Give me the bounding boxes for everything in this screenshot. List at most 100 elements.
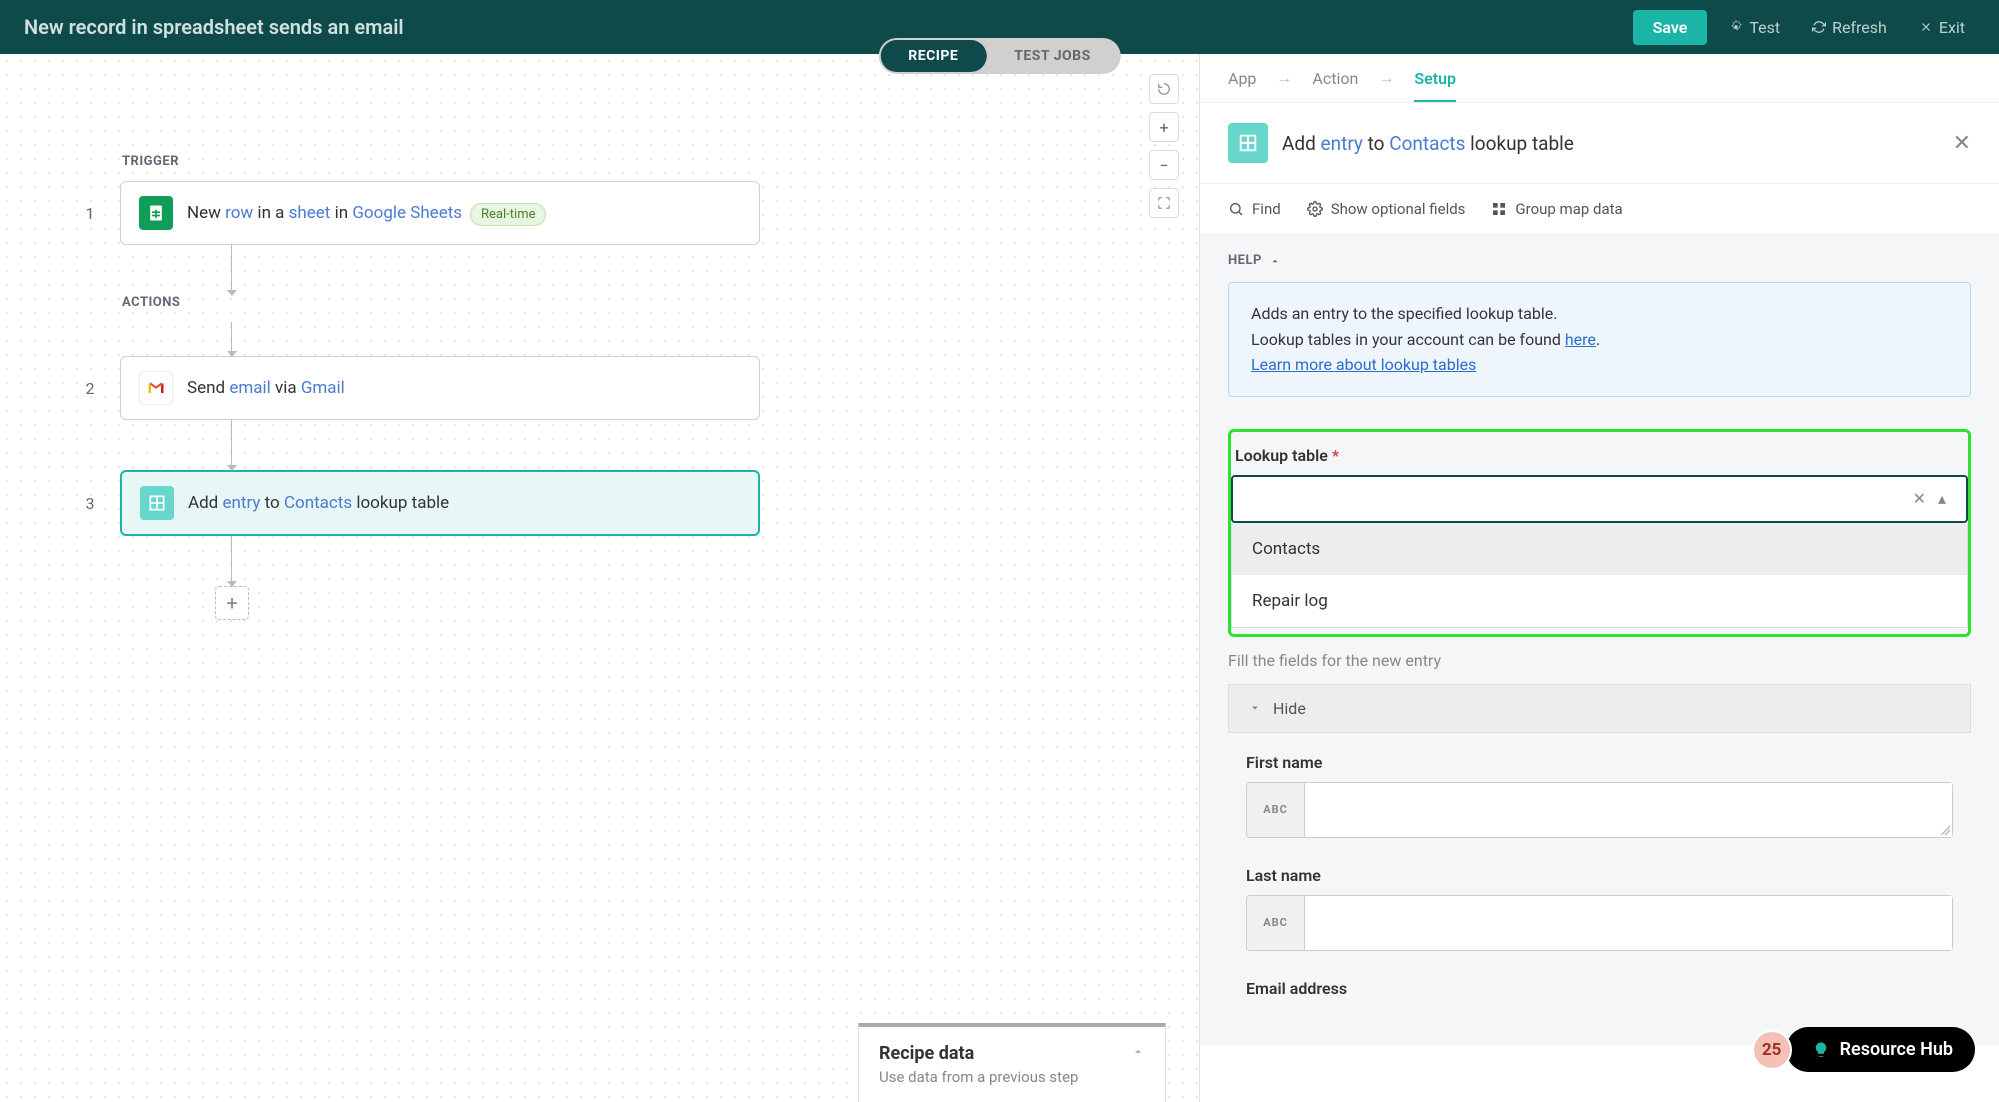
chevron-right-icon: → [1378,68,1394,88]
exit-button[interactable]: Exit [1909,12,1975,43]
last-name-input[interactable] [1305,896,1952,950]
help-toggle[interactable]: HELP [1228,253,1971,268]
type-badge: ABC [1247,783,1305,837]
lookup-table-input[interactable] [1247,489,1907,508]
crumb-action[interactable]: Action [1312,69,1358,88]
gmail-icon [139,371,173,405]
resource-hub: 25 Resource Hub [1752,1027,1975,1072]
connector [231,420,233,470]
step-number: 1 [80,204,100,223]
notification-badge[interactable]: 25 [1752,1030,1792,1070]
step-text: New row in a sheet in Google SheetsReal-… [187,203,546,223]
google-sheets-icon [139,196,173,230]
save-button[interactable]: Save [1633,10,1708,45]
dropdown-option-repair[interactable]: Repair log [1232,575,1967,627]
zoom-in-button[interactable]: + [1149,112,1179,142]
type-badge: ABC [1247,896,1305,950]
crumb-app[interactable]: App [1228,69,1256,88]
connector [231,322,233,356]
lookup-table-icon [1228,123,1268,163]
view-toggle: RECIPE TEST JOBS [878,38,1121,74]
add-step-button[interactable]: + [215,586,249,620]
trigger-card[interactable]: New row in a sheet in Google SheetsReal-… [120,181,760,245]
connector [231,245,233,295]
form-area: Lookup table * ✕ ▴ Contacts Repair log F… [1200,409,1999,1046]
chevron-up-icon[interactable]: ▴ [1932,489,1952,508]
canvas-controls: + − [1149,74,1179,218]
reset-icon [1157,82,1171,96]
actions-label: ACTIONS [122,295,760,310]
step-text: Send email via Gmail [187,378,345,398]
dropdown-option-contacts[interactable]: Contacts [1232,523,1967,575]
reset-view-button[interactable] [1149,74,1179,104]
show-optional-button[interactable]: Show optional fields [1307,200,1466,218]
find-button[interactable]: Find [1228,200,1281,218]
trigger-label: TRIGGER [122,154,760,169]
resize-handle[interactable] [1940,825,1950,835]
expand-icon[interactable] [1131,1047,1145,1061]
recipe-data-card[interactable]: Recipe data Use data from a previous ste… [858,1023,1166,1102]
action-title: Add entry to Contacts lookup table [1282,132,1939,155]
resource-hub-button[interactable]: Resource Hub [1786,1027,1975,1072]
step-1: 1 New row in a sheet in Google SheetsRea… [80,181,760,245]
chevron-up-icon [1270,256,1280,266]
email-field: Email address [1246,979,1953,998]
close-icon [1919,20,1933,34]
close-panel-button[interactable]: ✕ [1953,131,1971,156]
recipe-data-title: Recipe data [879,1043,974,1064]
help-here-link[interactable]: here [1565,330,1596,349]
step-number: 2 [80,379,100,398]
lookup-table-label: Lookup table * [1231,446,1968,465]
connector [231,536,233,586]
lookup-dropdown: Contacts Repair log [1231,523,1968,628]
setup-panel: App → Action → Setup Add entry to Contac… [1199,54,1999,1102]
group-map-button[interactable]: Group map data [1491,200,1622,218]
refresh-button[interactable]: Refresh [1802,12,1897,43]
step-text: Add entry to Contacts lookup table [188,493,449,513]
expand-icon [1157,196,1171,210]
first-name-field: First name ABC [1246,753,1953,838]
tab-test-jobs[interactable]: TEST JOBS [986,40,1119,72]
breadcrumb: App → Action → Setup [1200,54,1999,103]
map-icon [1491,201,1507,217]
refresh-icon [1812,20,1826,34]
last-name-input-wrap: ABC [1246,895,1953,951]
lookup-table-field-highlight: Lookup table * ✕ ▴ Contacts Repair log [1228,429,1971,637]
lookup-table-select[interactable]: ✕ ▴ [1231,475,1968,523]
first-name-input[interactable] [1305,783,1952,837]
step-number: 3 [80,494,100,513]
gear-icon [1729,20,1743,34]
entry-fields: First name ABC Last name ABC Email ad [1228,753,1971,998]
canvas[interactable]: + − TRIGGER 1 New row in a sheet in Goog… [0,54,1199,1102]
step-3: 3 Add entry to Contacts lookup table [80,470,760,536]
zoom-out-button[interactable]: − [1149,150,1179,180]
crumb-setup[interactable]: Setup [1414,69,1456,102]
realtime-badge: Real-time [470,203,546,226]
search-icon [1228,201,1244,217]
test-button[interactable]: Test [1719,12,1790,43]
fit-view-button[interactable] [1149,188,1179,218]
lightbulb-icon [1812,1041,1830,1059]
panel-toolbar: Find Show optional fields Group map data [1200,184,1999,235]
step-2: 2 Send email via Gmail [80,356,760,420]
flow: TRIGGER 1 New row in a sheet in Google S… [80,154,760,620]
fill-hint: Fill the fields for the new entry [1228,651,1971,670]
help-content: Adds an entry to the specified lookup ta… [1228,282,1971,397]
action-card-email[interactable]: Send email via Gmail [120,356,760,420]
chevron-down-icon [1249,702,1261,714]
gear-icon [1307,201,1323,217]
last-name-field: Last name ABC [1246,866,1953,951]
action-header: Add entry to Contacts lookup table ✕ [1200,103,1999,184]
recipe-data-subtitle: Use data from a previous step [879,1068,1145,1086]
help-learn-link[interactable]: Learn more about lookup tables [1251,355,1476,374]
recipe-title: New record in spreadsheet sends an email [24,15,1633,39]
help-section: HELP Adds an entry to the specified look… [1200,235,1999,409]
chevron-right-icon: → [1276,68,1292,88]
action-card-lookup[interactable]: Add entry to Contacts lookup table [120,470,760,536]
header-actions: Save Test Refresh Exit [1633,10,1975,45]
clear-icon[interactable]: ✕ [1907,489,1932,508]
first-name-input-wrap: ABC [1246,782,1953,838]
lookup-table-icon [140,486,174,520]
tab-recipe[interactable]: RECIPE [880,40,986,72]
hide-toggle[interactable]: Hide [1228,684,1971,733]
